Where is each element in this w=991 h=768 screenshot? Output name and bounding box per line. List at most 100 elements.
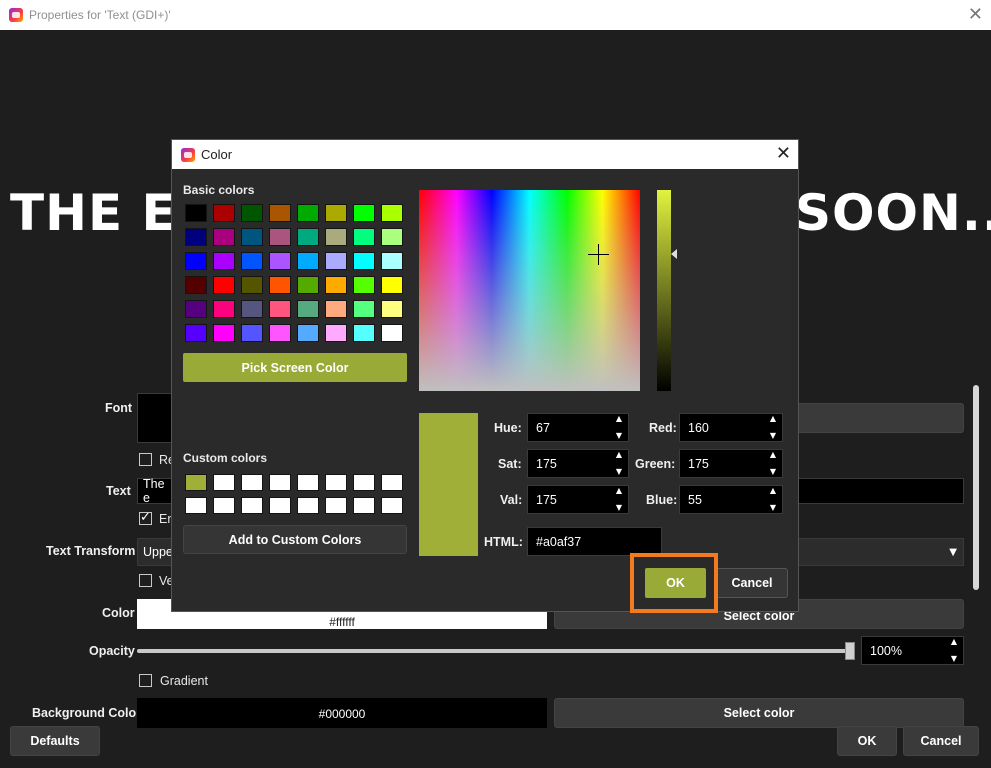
hue-saturation-picker[interactable] [419,190,640,391]
custom-color-swatch[interactable] [297,474,319,491]
add-to-custom-colors-button[interactable]: Add to Custom Colors [183,525,407,554]
basic-color-swatch[interactable] [381,204,403,222]
basic-color-swatch[interactable] [185,276,207,294]
basic-color-swatch[interactable] [297,228,319,246]
blue-spinbox[interactable]: 55 ▲ ▼ [679,485,783,514]
spinbox-arrows-icon[interactable]: ▲ ▼ [614,451,624,476]
basic-color-swatch[interactable] [353,324,375,342]
basic-color-swatch[interactable] [241,252,263,270]
basic-color-swatch[interactable] [353,276,375,294]
custom-color-swatch[interactable] [297,497,319,514]
spinbox-arrows-icon[interactable]: ▲ ▼ [614,487,624,512]
pick-screen-color-button[interactable]: Pick Screen Color [183,353,407,382]
val-spinbox[interactable]: 175 ▲ ▼ [527,485,629,514]
vertical-checkbox[interactable] [139,574,152,587]
basic-color-swatch[interactable] [297,252,319,270]
basic-color-swatch[interactable] [325,300,347,318]
custom-color-swatch[interactable] [381,497,403,514]
basic-color-swatch[interactable] [269,300,291,318]
green-spinbox[interactable]: 175 ▲ ▼ [679,449,783,478]
custom-color-swatch[interactable] [241,474,263,491]
close-icon[interactable]: ✕ [968,4,983,25]
basic-color-swatch[interactable] [297,276,319,294]
basic-color-swatch[interactable] [213,204,235,222]
basic-color-swatch[interactable] [213,228,235,246]
cancel-button[interactable]: Cancel [903,726,979,756]
basic-color-swatch[interactable] [185,300,207,318]
hue-spinbox[interactable]: 67 ▲ ▼ [527,413,629,442]
properties-scrollbar[interactable] [973,385,979,590]
basic-color-swatch[interactable] [297,300,319,318]
red-spinbox[interactable]: 160 ▲ ▼ [679,413,783,442]
custom-color-swatch[interactable] [381,474,403,491]
text-transform-dropdown[interactable]: ▼ [797,538,964,566]
basic-color-swatch[interactable] [381,324,403,342]
basic-color-swatch[interactable] [325,228,347,246]
basic-color-swatch[interactable] [325,204,347,222]
basic-color-swatch[interactable] [353,204,375,222]
custom-color-swatch[interactable] [213,497,235,514]
html-input[interactable]: #a0af37 [527,527,662,556]
opacity-spinbox[interactable]: 100% ▲ ▼ [861,636,964,665]
basic-color-swatch[interactable] [241,228,263,246]
basic-color-swatch[interactable] [185,228,207,246]
custom-color-swatch[interactable] [325,474,347,491]
select-font-button[interactable] [797,403,964,433]
spinbox-arrows-icon[interactable]: ▲ ▼ [768,487,778,512]
font-preview-field[interactable] [137,393,173,443]
custom-color-swatch[interactable] [269,497,291,514]
custom-color-swatch[interactable] [185,497,207,514]
basic-color-swatch[interactable] [269,204,291,222]
basic-color-swatch[interactable] [269,276,291,294]
custom-color-swatch[interactable] [213,474,235,491]
ok-button[interactable]: OK [837,726,897,756]
basic-color-swatch[interactable] [353,228,375,246]
spinbox-arrows-icon[interactable]: ▲ ▼ [614,415,624,440]
basic-color-swatch[interactable] [241,276,263,294]
basic-color-swatch[interactable] [241,300,263,318]
basic-color-swatch[interactable] [325,324,347,342]
opacity-slider-track[interactable] [137,649,849,653]
basic-color-swatch[interactable] [213,276,235,294]
basic-color-swatch[interactable] [297,204,319,222]
select-background-color-button[interactable]: Select color [554,698,964,728]
basic-color-swatch[interactable] [269,324,291,342]
gradient-checkbox[interactable] [139,674,152,687]
sat-spinbox[interactable]: 175 ▲ ▼ [527,449,629,478]
basic-color-swatch[interactable] [381,228,403,246]
basic-color-swatch[interactable] [353,252,375,270]
spinbox-arrows-icon[interactable]: ▲ ▼ [768,451,778,476]
read-from-file-checkbox[interactable] [139,453,152,466]
value-slider-arrow-icon[interactable] [671,249,677,259]
basic-color-swatch[interactable] [325,252,347,270]
close-icon[interactable]: ✕ [776,143,791,164]
basic-color-swatch[interactable] [213,300,235,318]
custom-color-swatch[interactable] [353,497,375,514]
custom-color-swatch[interactable] [185,474,207,491]
opacity-slider-handle[interactable] [845,642,855,660]
custom-color-swatch[interactable] [353,474,375,491]
value-slider[interactable] [657,190,671,391]
text-input[interactable]: The e [137,477,173,505]
basic-color-swatch[interactable] [213,324,235,342]
color-cancel-button[interactable]: Cancel [716,568,788,598]
text-input-right[interactable] [797,478,964,504]
text-transform-select[interactable]: Uppe [137,538,173,566]
basic-color-swatch[interactable] [381,276,403,294]
defaults-button[interactable]: Defaults [10,726,100,756]
basic-color-swatch[interactable] [381,300,403,318]
basic-color-swatch[interactable] [353,300,375,318]
basic-color-swatch[interactable] [297,324,319,342]
custom-color-swatch[interactable] [241,497,263,514]
enable-checkbox[interactable] [139,510,152,525]
custom-color-swatch[interactable] [325,497,347,514]
basic-color-swatch[interactable] [185,252,207,270]
basic-color-swatch[interactable] [269,228,291,246]
spinbox-arrows-icon[interactable]: ▲ ▼ [949,638,959,663]
spinbox-arrows-icon[interactable]: ▲ ▼ [768,415,778,440]
basic-color-swatch[interactable] [325,276,347,294]
custom-color-swatch[interactable] [269,474,291,491]
basic-color-swatch[interactable] [185,204,207,222]
basic-color-swatch[interactable] [381,252,403,270]
basic-color-swatch[interactable] [185,324,207,342]
